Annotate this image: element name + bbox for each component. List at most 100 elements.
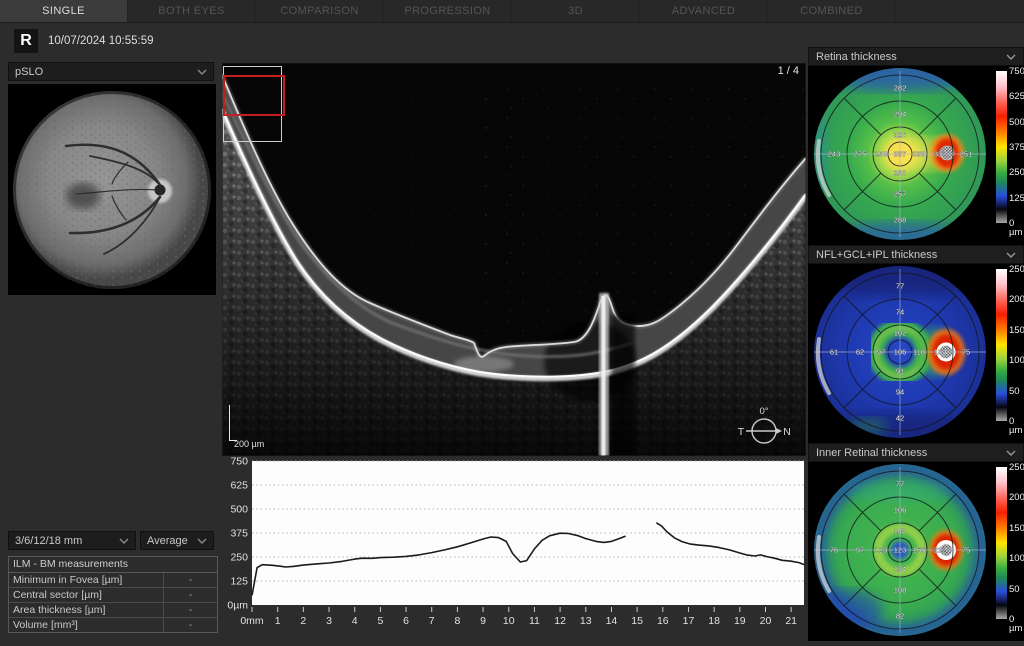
thickness-profile-chart: 7506255003752501250µm0mm1234567891011121…: [222, 457, 806, 637]
etdrs-grid-dropdown[interactable]: 3/6/12/18 mm: [8, 531, 136, 550]
chart-ytick-label: 250: [230, 552, 248, 564]
chart-ytick-label: 625: [230, 480, 248, 492]
sector-value: 257: [894, 190, 907, 199]
scale-tick-label: 125: [1009, 193, 1024, 204]
sector-value: 108: [894, 586, 907, 595]
chart-xtick-label: 7: [429, 615, 435, 627]
chart-xtick-label: 3: [326, 615, 332, 627]
sector-value: 140: [894, 527, 907, 536]
scale-tick-label: 250: [1009, 167, 1024, 178]
chevron-down-icon: [197, 538, 207, 544]
scan-roi-box[interactable]: [223, 75, 285, 116]
fundus-slo-image[interactable]: [8, 84, 216, 295]
svg-text:0°: 0°: [759, 406, 768, 417]
color-scale-bar: [996, 467, 1007, 619]
etdrs-grid-value: 3/6/12/18 mm: [15, 535, 82, 547]
sector-value: 74: [896, 308, 904, 317]
exam-datetime: 10/07/2024 10:55:59: [48, 35, 154, 47]
sector-value: 123: [875, 546, 888, 555]
panel-header-inner-retinal-thickness[interactable]: Inner Retinal thickness: [808, 443, 1024, 462]
measurement-label: Central sector [µm]: [9, 588, 164, 602]
chart-xtick-label: 19: [734, 615, 746, 627]
chart-ytick-label: 750: [230, 457, 248, 468]
chart-ytick-label: 125: [230, 576, 248, 588]
sector-value: 75: [962, 546, 970, 555]
tab-combined[interactable]: COMBINED: [768, 0, 896, 22]
chart-ytick-label: 500: [230, 504, 248, 516]
chart-xtick-label: 4: [352, 615, 358, 627]
scale-tick-label: 150: [1009, 523, 1024, 534]
sector-value: 337: [894, 150, 907, 159]
scale-tick-label: 750: [1009, 66, 1024, 77]
sector-value: 251: [960, 150, 973, 159]
sector-value: 61: [830, 348, 838, 357]
chart-xtick-label: 13: [580, 615, 592, 627]
panel-title: Inner Retinal thickness: [816, 447, 927, 459]
scale-unit-label: µm: [1009, 425, 1022, 436]
chart-xtick-label: 10: [503, 615, 515, 627]
tab-comparison[interactable]: COMPARISON: [256, 0, 384, 22]
sector-value: 91: [896, 367, 904, 376]
panel-title: Retina thickness: [816, 51, 897, 63]
measurement-label: Area thickness [µm]: [9, 603, 164, 617]
etdrs-thickness-map[interactable]: 337326333299298294337257275282251288243: [808, 66, 992, 245]
thickness-map-body: 106102118919774139946277754261 250200150…: [808, 264, 1024, 443]
chart-xtick-label: 20: [760, 615, 772, 627]
scale-tick-label: 50: [1009, 584, 1024, 595]
scale-tick-label: 625: [1009, 91, 1024, 102]
sector-value: 337: [934, 150, 947, 159]
statistic-value: Average: [147, 535, 188, 547]
sector-value: 298: [875, 150, 888, 159]
sector-value: 94: [896, 388, 904, 397]
tab-advanced[interactable]: ADVANCED: [640, 0, 768, 22]
chart-xtick-label: 1: [275, 615, 281, 627]
etdrs-thickness-map[interactable]: 1231401551341231062121089777758276: [808, 462, 992, 641]
measurement-row-area-thickness-m: Area thickness [µm]-: [9, 603, 217, 618]
scale-tick-label: 200: [1009, 294, 1024, 305]
panel-header-retina-thickness[interactable]: Retina thickness: [808, 47, 1024, 66]
measurement-value: -: [164, 573, 217, 587]
eye-laterality-badge: R: [14, 29, 38, 53]
slo-source-dropdown[interactable]: pSLO: [8, 62, 214, 81]
measurement-value: -: [164, 588, 217, 602]
scale-unit-label: µm: [1009, 227, 1022, 238]
etdrs-thickness-map[interactable]: 106102118919774139946277754261: [808, 264, 992, 443]
panel-header-nfl-gcl-ipl-thickness[interactable]: NFL+GCL+IPL thickness: [808, 245, 1024, 264]
view-tab-bar: SINGLEBOTH EYESCOMPARISONPROGRESSION3DAD…: [0, 0, 1024, 23]
panel-inner-retinal-thickness: Inner Retinal thickness: [808, 443, 1024, 639]
scale-tick-label: 100: [1009, 553, 1024, 564]
scale-tick-label: 150: [1009, 325, 1024, 336]
sector-value: 76: [830, 546, 838, 555]
chart-xtick-label: 14: [606, 615, 618, 627]
chevron-down-icon: [1006, 450, 1016, 456]
color-scale-bar: [996, 71, 1007, 223]
sector-value: 333: [913, 150, 926, 159]
measurement-label: Volume [mm³]: [9, 618, 164, 632]
chart-xtick-label: 2: [300, 615, 306, 627]
sector-value: 139: [934, 348, 947, 357]
scale-tick-label: 250: [1009, 264, 1024, 275]
sector-value: 134: [894, 565, 907, 574]
scale-tick-label: 100: [1009, 355, 1024, 366]
measurements-table-header: ILM - BM measurements: [9, 557, 217, 573]
tab-single[interactable]: SINGLE: [0, 0, 128, 22]
sector-value: 243: [828, 150, 841, 159]
tab-3d[interactable]: 3D: [512, 0, 640, 22]
scale-unit-label: µm: [1009, 623, 1022, 634]
statistic-dropdown[interactable]: Average: [140, 531, 214, 550]
sector-value: 77: [896, 282, 904, 291]
tab-both-eyes[interactable]: BOTH EYES: [128, 0, 256, 22]
thickness-map-body: 1231401551341231062121089777758276 25020…: [808, 462, 1024, 641]
sector-value: 288: [894, 216, 907, 225]
scale-tick-label: 375: [1009, 142, 1024, 153]
sector-value: 299: [894, 169, 907, 178]
chart-xtick-label: 6: [403, 615, 409, 627]
measurement-row-minimum-in-fovea-m: Minimum in Fovea [µm]-: [9, 573, 217, 588]
tab-progression[interactable]: PROGRESSION: [384, 0, 512, 22]
sector-value: 42: [896, 414, 904, 423]
sector-value: 77: [896, 480, 904, 489]
oct-bscan-image[interactable]: 1 / 4 200 µm 0° T N: [222, 63, 806, 456]
chevron-down-icon: [119, 538, 129, 544]
sector-value: 326: [894, 131, 907, 140]
sector-value: 106: [894, 506, 907, 515]
